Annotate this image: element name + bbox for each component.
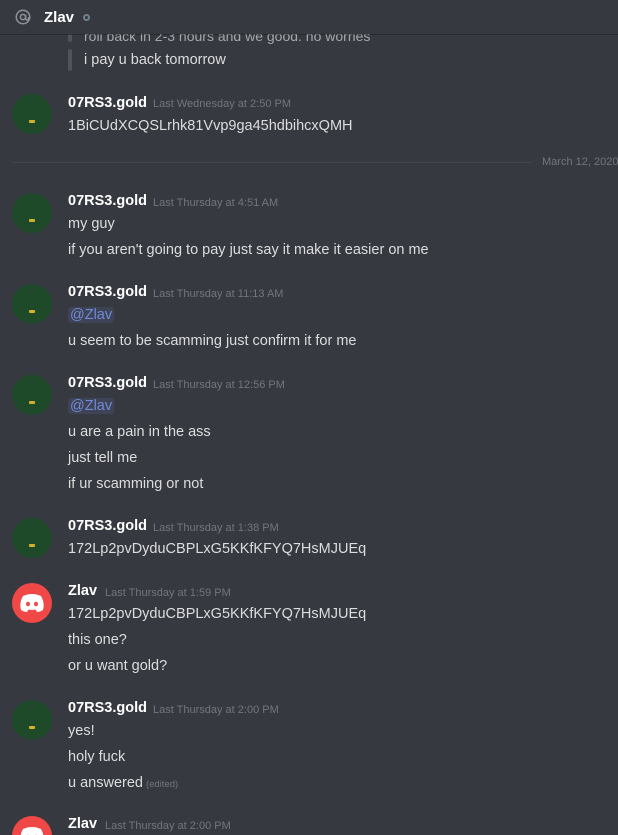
date-divider-label: March 12, 2020 xyxy=(542,156,618,168)
message-line: 172Lp2pvDyduCBPLxG5KKfKFYQ7HsMJUEq xyxy=(68,541,367,557)
message-line-text: u answered xyxy=(68,775,143,791)
message-timestamp: Last Wednesday at 2:50 PM xyxy=(153,98,291,110)
discord-logo-icon xyxy=(20,594,44,612)
previous-message-bar xyxy=(68,34,72,42)
message-line: if ur scamming or not xyxy=(68,476,204,492)
message-line: holy fuck xyxy=(68,749,126,765)
user-mention[interactable]: @Zlav xyxy=(68,307,115,323)
message-timestamp: Last Thursday at 2:00 PM xyxy=(105,820,231,832)
avatar[interactable] xyxy=(12,193,52,233)
edited-label: (edited) xyxy=(145,779,179,790)
message-list[interactable]: roll back in 2-3 hours and we good. no w… xyxy=(0,34,618,835)
message-line: @Zlav xyxy=(68,307,115,323)
avatar[interactable] xyxy=(12,700,52,740)
message-line: i pay u back tomorrow xyxy=(84,52,226,68)
message-line: this one? xyxy=(68,632,127,648)
message-line: 1BiCUdXCQSLrhk81Vvp9ga45hdbihcxQMH xyxy=(68,118,353,134)
status-indicator-icon xyxy=(83,13,91,21)
author-name[interactable]: 07RS3.gold xyxy=(68,193,147,209)
avatar[interactable] xyxy=(12,94,52,134)
message-line: or u want gold? xyxy=(68,658,168,674)
author-name[interactable]: Zlav xyxy=(68,816,97,832)
previous-message-bar xyxy=(68,49,72,71)
gold-coin-icon xyxy=(29,120,35,123)
author-name[interactable]: 07RS3.gold xyxy=(68,518,147,534)
message-line: yes! xyxy=(68,723,95,739)
date-divider xyxy=(12,162,532,163)
message-line: just tell me xyxy=(68,450,138,466)
author-name[interactable]: 07RS3.gold xyxy=(68,700,147,716)
message-line: @Zlav xyxy=(68,398,115,414)
message-line: u answered (edited) xyxy=(68,775,178,791)
message-timestamp: Last Thursday at 11:13 AM xyxy=(153,288,284,300)
avatar[interactable] xyxy=(12,518,52,558)
avatar[interactable] xyxy=(12,583,52,623)
dm-recipient-name[interactable]: Zlav xyxy=(44,9,74,26)
author-name[interactable]: 07RS3.gold xyxy=(68,375,147,391)
channel-header: Zlav xyxy=(0,0,618,34)
at-sign-icon xyxy=(15,9,31,25)
message-timestamp: Last Thursday at 1:38 PM xyxy=(153,522,279,534)
gold-coin-icon xyxy=(29,310,35,313)
gold-coin-icon xyxy=(29,401,35,404)
gold-coin-icon xyxy=(29,544,35,547)
message-timestamp: Last Thursday at 1:59 PM xyxy=(105,587,231,599)
author-name[interactable]: 07RS3.gold xyxy=(68,95,147,111)
message-line: u are a pain in the ass xyxy=(68,424,211,440)
message-timestamp: Last Thursday at 12:56 PM xyxy=(153,379,285,391)
message-timestamp: Last Thursday at 2:00 PM xyxy=(153,704,279,716)
discord-logo-icon xyxy=(20,827,44,835)
avatar[interactable] xyxy=(12,375,52,415)
message-line: if you aren't going to pay just say it m… xyxy=(68,242,429,258)
gold-coin-icon xyxy=(29,726,35,729)
message-timestamp: Last Thursday at 4:51 AM xyxy=(153,197,279,209)
author-name[interactable]: 07RS3.gold xyxy=(68,284,147,300)
avatar[interactable] xyxy=(12,816,52,835)
cut-off-message-text: roll back in 2-3 hours and we good. no w… xyxy=(84,34,371,44)
avatar[interactable] xyxy=(12,284,52,324)
message-line: 172Lp2pvDyduCBPLxG5KKfKFYQ7HsMJUEq xyxy=(68,606,367,622)
user-mention[interactable]: @Zlav xyxy=(68,398,115,414)
message-line: u seem to be scamming just confirm it fo… xyxy=(68,333,357,349)
author-name[interactable]: Zlav xyxy=(68,583,97,599)
message-line: my guy xyxy=(68,216,115,232)
gold-coin-icon xyxy=(29,219,35,222)
